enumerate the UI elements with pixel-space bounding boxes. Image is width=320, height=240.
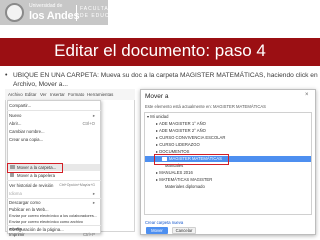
tree-item[interactable]: ▸ MANUALES 2016 (156, 170, 193, 176)
docs-menubar: Archivo Editar Ver Insertar Formato Herr… (5, 89, 135, 100)
menu-item-imprimir[interactable]: Imprimir Ctrl+P (9, 232, 99, 237)
bullet-marker: • (5, 72, 8, 79)
menu-herramientas[interactable]: Herramientas (87, 92, 113, 97)
logo-line1: Universidad de (29, 3, 63, 9)
cancel-button[interactable]: Cancelar (172, 227, 196, 234)
faculty-line2: DE EDUCACIÓN (80, 13, 131, 19)
tree-item[interactable]: Materiales diplomado (165, 184, 205, 190)
highlight-box-menu (7, 163, 63, 173)
university-seal-icon (5, 3, 24, 22)
menu-item-descargar[interactable]: Descargar como ▸ (9, 199, 99, 206)
move-button[interactable]: Mover (146, 227, 168, 234)
tree-item[interactable]: ▸ CURSO CONVIVENCIA ESCOLAR (156, 135, 225, 141)
menu-item-compartir[interactable]: Compartir... (9, 102, 99, 109)
tree-item[interactable]: ▸ ADE MAGISTER 2° AÑO (156, 128, 206, 134)
dialog-title: Mover a (145, 93, 169, 100)
highlight-box-folder (154, 154, 229, 165)
menu-formato[interactable]: Formato (68, 92, 84, 97)
menu-separator (7, 110, 101, 111)
menu-item-enviar-adjunto[interactable]: Enviar por correo electrónico como archi… (9, 218, 99, 231)
tree-item[interactable]: ▸ CURSO LIDERAZGO (156, 142, 200, 148)
close-icon[interactable]: × (305, 92, 309, 98)
menu-editar[interactable]: Editar (25, 92, 36, 97)
menu-item-crear-copia[interactable]: Crear una copia... (9, 136, 99, 143)
menu-insertar[interactable]: Insertar (50, 92, 65, 97)
menu-item-nuevo[interactable]: Nuevo ▸ (9, 112, 99, 119)
faculty-line1: FACULTAD (80, 6, 114, 12)
new-folder-link[interactable]: Crear carpeta nueva (145, 220, 183, 225)
dialog-subtitle: Este elemento está actualmente en: MAGIS… (145, 104, 266, 109)
tree-item-mi-unidad[interactable]: ▾ Mi unidad (147, 114, 168, 120)
menu-item-abrir[interactable]: Abrir... Ctrl+O (9, 120, 99, 127)
logo-line2: los Andes (29, 10, 80, 22)
trash-icon (10, 173, 14, 177)
menu-item-historial[interactable]: Ver historial de revisión Ctrl+Opción+May… (9, 182, 99, 189)
slide-title: Editar el documento: paso 4 (54, 41, 266, 60)
menu-separator (7, 180, 101, 181)
menu-item-idioma[interactable]: Idioma ▸ (9, 190, 99, 197)
menu-item-papelera[interactable]: Mover a la papelera (17, 172, 107, 179)
logo-divider (76, 5, 77, 21)
menu-archivo[interactable]: Archivo (8, 92, 23, 97)
menu-item-cambiar-nombre[interactable]: Cambiar nombre... (9, 128, 99, 135)
tree-item[interactable]: ▸ ADE MAGISTER 1° AÑO (156, 121, 206, 127)
menu-ver[interactable]: Ver (40, 92, 47, 97)
tree-item[interactable]: ▸ MATEMÁTICAS MAGISTER (156, 177, 212, 183)
instruction-text: UBIQUE EN UNA CARPETA: Mueva su doc a la… (13, 72, 318, 88)
